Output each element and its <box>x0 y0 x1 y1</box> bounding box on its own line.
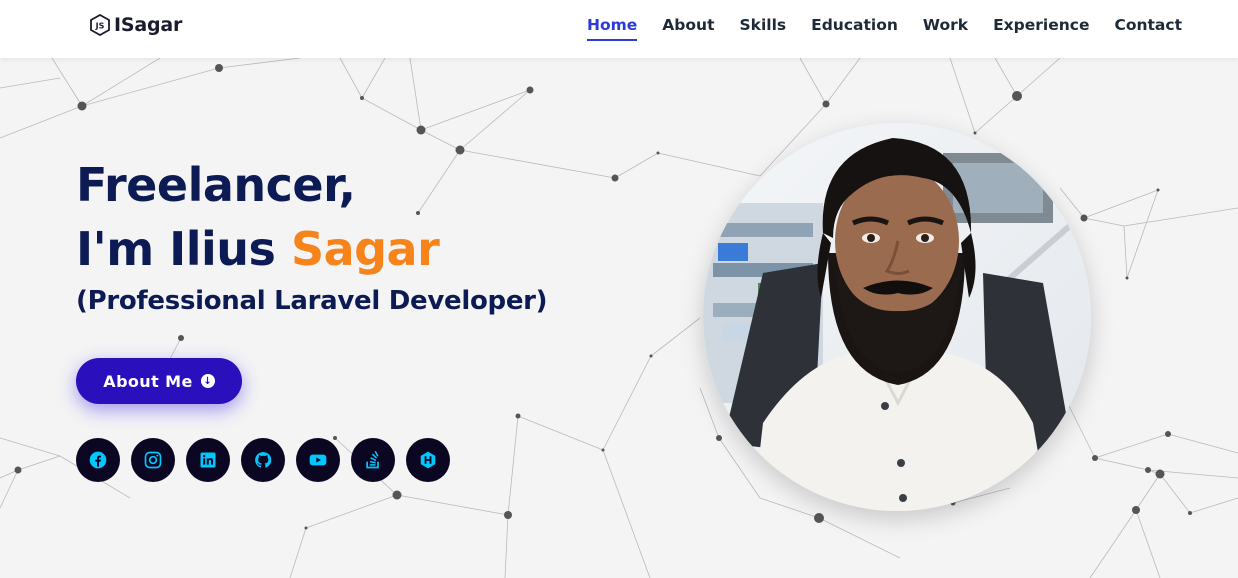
nav-experience[interactable]: Experience <box>993 16 1089 41</box>
hashnode-link[interactable] <box>406 438 450 482</box>
brand-logo[interactable]: JS ISagar <box>90 14 182 36</box>
hero-subtitle: (Professional Laravel Developer) <box>76 286 548 316</box>
nav-home[interactable]: Home <box>587 16 638 41</box>
arrow-circle-down-icon: ↓ <box>200 374 215 388</box>
hero-text: Freelancer, I'm Ilius Sagar (Professiona… <box>76 158 548 316</box>
hero-heading-line1: Freelancer, <box>76 158 356 212</box>
hexagon-js-logo-icon: JS <box>90 14 110 36</box>
profile-photo-illustration <box>703 123 1091 511</box>
nav-work[interactable]: Work <box>923 16 968 41</box>
hashnode-icon <box>420 451 436 469</box>
stackoverflow-link[interactable] <box>351 438 395 482</box>
hero-heading-line2: I'm Ilius Sagar <box>76 222 547 276</box>
social-links <box>76 438 450 482</box>
stackoverflow-icon <box>366 450 379 469</box>
navbar: JS ISagar Home About Skills Education Wo… <box>0 0 1238 58</box>
about-me-label: About Me <box>103 371 193 391</box>
nav-about[interactable]: About <box>662 16 714 41</box>
github-icon <box>255 452 272 468</box>
main-nav: Home About Skills Education Work Experie… <box>587 16 1182 41</box>
facebook-icon <box>89 451 107 469</box>
github-link[interactable] <box>241 438 285 482</box>
about-me-button[interactable]: About Me ↓ <box>76 358 242 404</box>
youtube-link[interactable] <box>296 438 340 482</box>
profile-photo <box>703 123 1091 511</box>
nav-skills[interactable]: Skills <box>739 16 786 41</box>
instagram-icon <box>144 451 162 469</box>
svg-text:JS: JS <box>95 22 105 31</box>
youtube-icon <box>309 454 327 466</box>
linkedin-link[interactable] <box>186 438 230 482</box>
brand-name: ISagar <box>114 14 183 36</box>
hero-name-accent: Sagar <box>290 222 440 276</box>
nav-education[interactable]: Education <box>811 16 898 41</box>
facebook-link[interactable] <box>76 438 120 482</box>
hero-greeting: I'm Ilius <box>76 222 291 276</box>
nav-contact[interactable]: Contact <box>1114 16 1182 41</box>
linkedin-icon <box>200 452 216 468</box>
instagram-link[interactable] <box>131 438 175 482</box>
